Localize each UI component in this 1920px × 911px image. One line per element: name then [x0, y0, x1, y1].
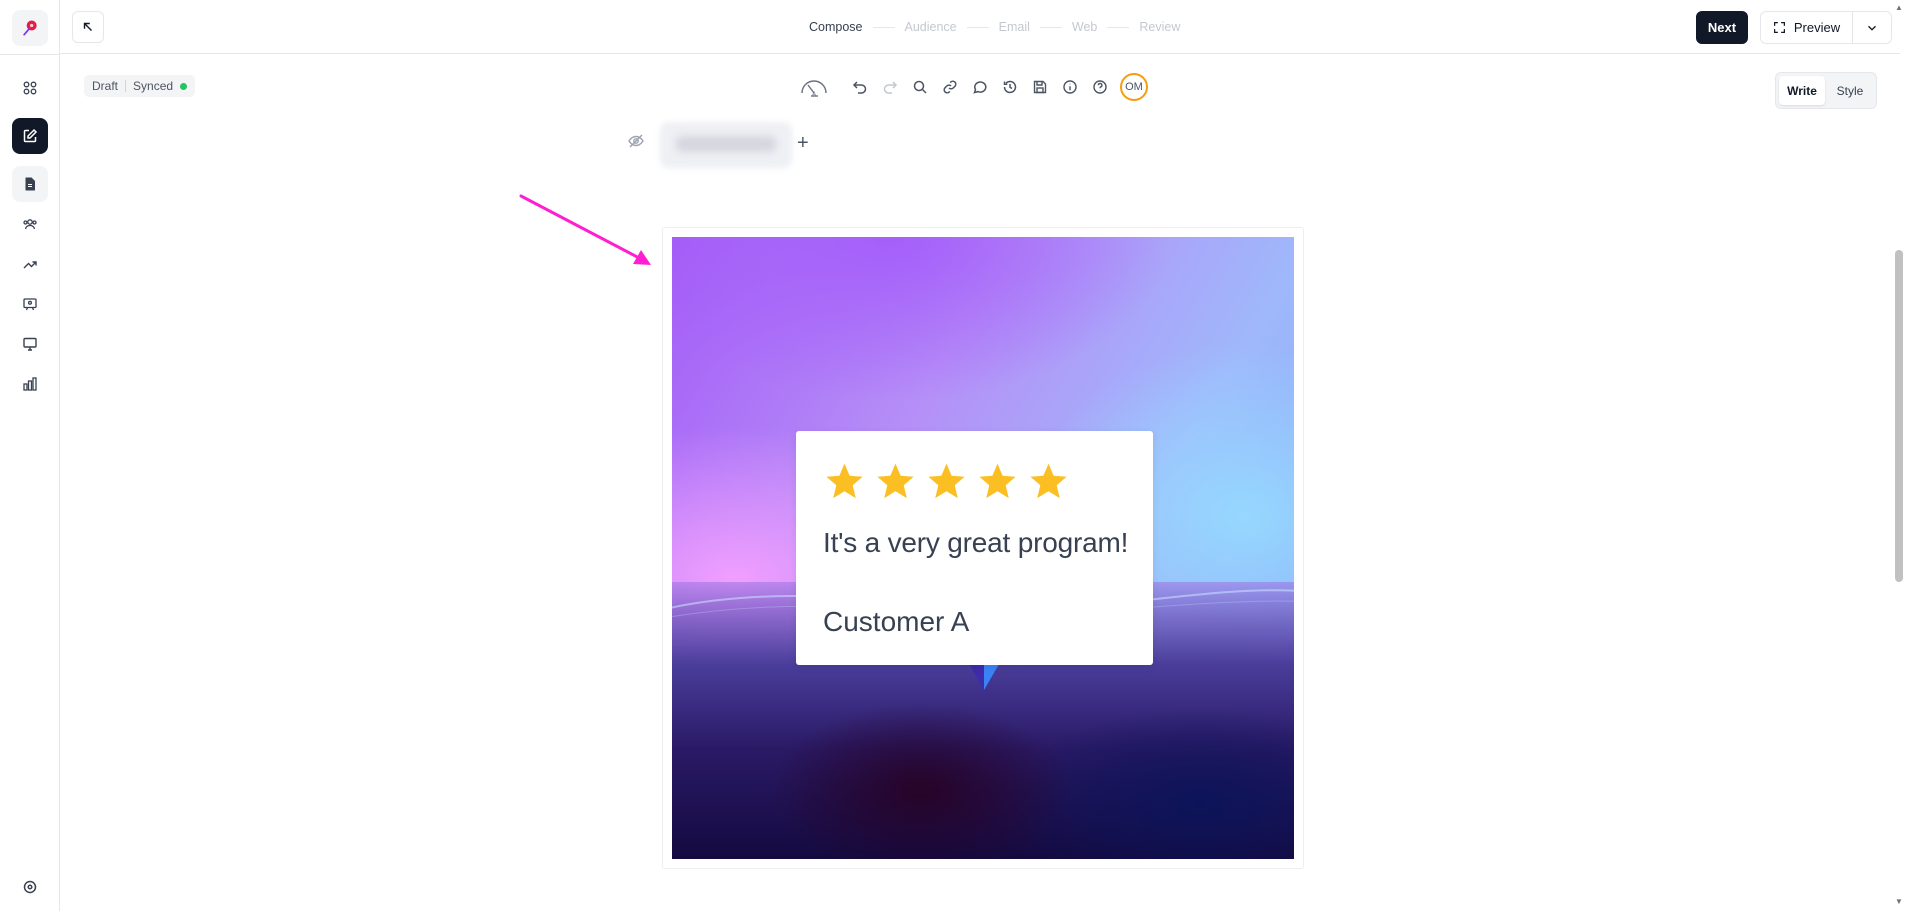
status-divider [125, 80, 127, 92]
left-sidebar [0, 0, 60, 911]
sidebar-item-apps[interactable] [12, 70, 48, 106]
monitor-icon [23, 337, 37, 351]
info-icon [1063, 80, 1077, 94]
presentation-icon [23, 298, 37, 311]
expand-icon [1773, 22, 1785, 33]
info-button[interactable] [1060, 77, 1080, 97]
analytics-icon [23, 377, 37, 391]
save-button[interactable] [1030, 77, 1050, 97]
history-icon [1003, 80, 1017, 94]
step-connector [1039, 26, 1062, 28]
sidebar-item-analytics[interactable] [12, 366, 48, 402]
audience-icon [23, 219, 37, 230]
star-icon [928, 463, 965, 499]
step-web[interactable]: Web [1072, 20, 1097, 34]
svg-text:A: A [812, 91, 817, 98]
step-audience[interactable]: Audience [905, 20, 957, 34]
redo-button[interactable] [880, 77, 900, 97]
app-logo[interactable] [12, 10, 48, 46]
chevron-down-icon [1868, 25, 1876, 31]
write-tab[interactable]: Write [1779, 76, 1825, 105]
apps-icon [23, 81, 37, 95]
trending-icon [23, 261, 37, 269]
preview-button[interactable]: Preview [1761, 12, 1853, 43]
back-button[interactable] [72, 11, 104, 43]
status-badge: Draft Synced [84, 75, 196, 97]
logo-icon [23, 20, 37, 36]
avatar[interactable]: OM [1120, 73, 1148, 101]
step-connector [966, 26, 989, 28]
sidebar-divider [0, 54, 60, 55]
sidebar-item-trending[interactable] [12, 246, 48, 282]
review-author: Customer A [823, 606, 970, 637]
star-icon [979, 463, 1016, 499]
step-email[interactable]: Email [999, 20, 1030, 34]
preview-button-group: Preview [1760, 11, 1892, 44]
top-bar: Compose Audience Email Web Review Next P… [60, 0, 1900, 54]
progress-steps: Compose Audience Email Web Review [809, 20, 1180, 34]
annotation-arrow [519, 194, 651, 265]
sidebar-item-settings[interactable] [12, 869, 48, 905]
comment-icon [973, 81, 987, 94]
review-card: It's a very great program! Customer A [796, 431, 1153, 665]
search-icon [913, 80, 927, 94]
help-icon [1093, 80, 1107, 94]
write-style-toggle: Write Style [1775, 72, 1877, 109]
save-icon [1033, 80, 1047, 94]
star-icon [1030, 463, 1067, 499]
history-button[interactable] [1000, 77, 1020, 97]
next-button[interactable]: Next [1696, 11, 1748, 44]
scrollbar-track[interactable] [1900, 0, 1920, 911]
sidebar-item-audience[interactable] [12, 206, 48, 242]
preview-dropdown-button[interactable] [1853, 12, 1891, 43]
synced-dot [180, 82, 188, 90]
style-tab[interactable]: Style [1827, 76, 1873, 105]
edit-icon [23, 128, 38, 143]
arrow-up-left-icon [83, 22, 92, 31]
redo-icon [883, 81, 898, 94]
help-button[interactable] [1090, 77, 1110, 97]
link-icon [943, 80, 957, 94]
link-button[interactable] [940, 77, 960, 97]
editor-toolbar: A OM [798, 73, 1148, 101]
sidebar-item-presentation[interactable] [12, 286, 48, 322]
step-compose[interactable]: Compose [809, 20, 863, 34]
readability-gauge-icon: A [801, 80, 827, 98]
eye-off-icon[interactable] [627, 132, 645, 150]
blurred-block-text [676, 136, 776, 152]
review-text: It's a very great program! [823, 527, 1129, 558]
draft-label: Draft [92, 79, 119, 93]
sidebar-item-document[interactable] [12, 166, 48, 202]
star-icon [826, 463, 863, 499]
undo-icon [852, 81, 867, 94]
step-review[interactable]: Review [1139, 20, 1180, 34]
star-rating [824, 461, 1069, 502]
star-icon [877, 463, 914, 499]
preview-label: Preview [1793, 20, 1841, 35]
scroll-up-arrow[interactable]: ▲ [1894, 4, 1904, 12]
sidebar-item-monitor[interactable] [12, 326, 48, 362]
undo-button[interactable] [850, 77, 870, 97]
readability-gauge-button[interactable]: A [798, 77, 830, 98]
step-connector [872, 26, 895, 28]
comment-button[interactable] [970, 77, 990, 97]
step-connector [1107, 26, 1130, 28]
document-icon [25, 177, 35, 191]
add-block-button[interactable]: + [797, 133, 809, 153]
scrollbar-thumb[interactable] [1895, 250, 1903, 582]
scroll-down-arrow[interactable]: ▼ [1894, 898, 1904, 906]
search-button[interactable] [910, 77, 930, 97]
synced-label: Synced [133, 79, 174, 93]
sidebar-item-edit[interactable] [12, 118, 48, 154]
settings-icon [23, 880, 37, 894]
